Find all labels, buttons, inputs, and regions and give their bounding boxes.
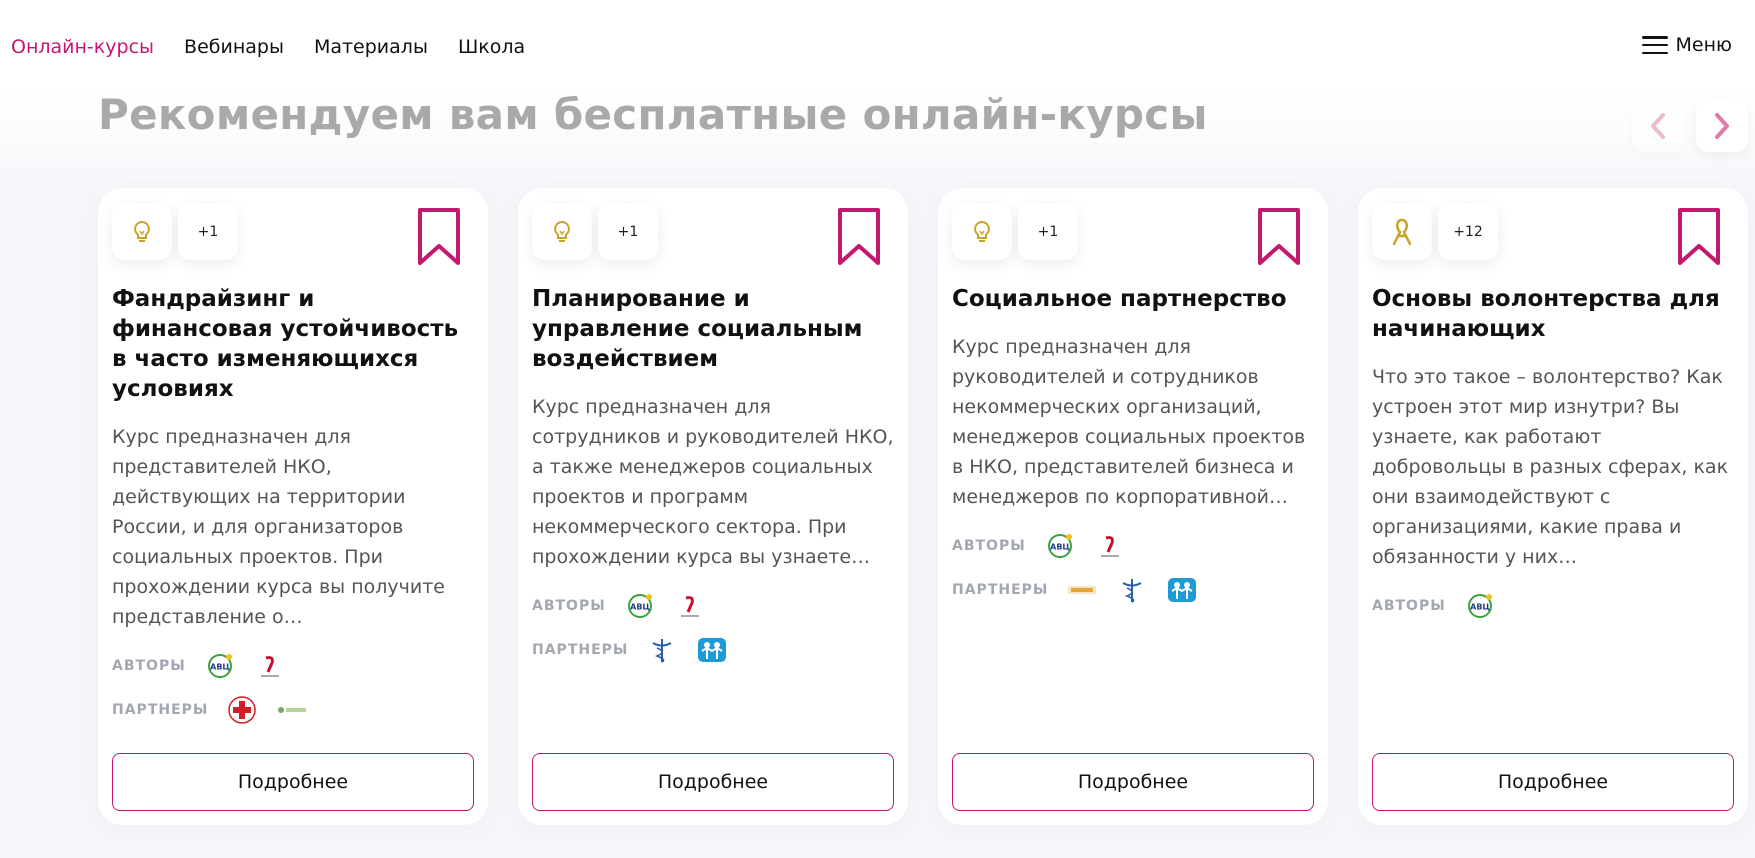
caduceus-logo-icon xyxy=(1116,574,1148,606)
more-button[interactable]: Подробнее xyxy=(952,753,1314,811)
badge-count: +1 xyxy=(1018,204,1078,260)
svg-text:АВЦ: АВЦ xyxy=(210,663,230,672)
carousel-prev-button[interactable] xyxy=(1632,100,1684,152)
svg-text:АВЦ: АВЦ xyxy=(630,603,650,612)
nav-materials[interactable]: Материалы xyxy=(314,36,428,58)
partners-label: ПАРТНЕРЫ xyxy=(112,702,209,718)
course-card: +1 Социальное партнерство Курс предназна… xyxy=(938,188,1328,825)
partners-label: ПАРТНЕРЫ xyxy=(532,642,629,658)
chevron-left-icon xyxy=(1651,113,1665,139)
badge-count: +12 xyxy=(1438,204,1498,260)
authors-label: АВТОРЫ xyxy=(952,538,1026,554)
nav-online-courses[interactable]: Онлайн-курсы xyxy=(11,36,154,58)
authors-row: АВТОРЫ АВЦ xyxy=(112,650,474,682)
nav-school[interactable]: Школа xyxy=(458,36,525,58)
nav-webinars[interactable]: Вебинары xyxy=(184,36,284,58)
avc-logo-icon: АВЦ xyxy=(204,650,236,682)
ribbon-icon xyxy=(1392,218,1412,246)
badge-lightbulb xyxy=(952,204,1012,260)
badge-count: +1 xyxy=(598,204,658,260)
section-title: Рекомендуем вам бесплатные онлайн-курсы xyxy=(98,90,1208,139)
hamburger-icon xyxy=(1641,36,1668,54)
course-cards: +1 Фандрайзинг и финансовая устойчивость… xyxy=(98,188,1748,825)
lightbulb-icon xyxy=(974,220,990,242)
menu-button[interactable]: Меню xyxy=(1641,34,1733,56)
authors-label: АВТОРЫ xyxy=(532,598,606,614)
badge-count: +1 xyxy=(178,204,238,260)
card-title: Фандрайзинг и финансовая устойчивость в … xyxy=(112,286,459,402)
rosstrakh-logo-icon xyxy=(674,590,706,622)
badge-lightbulb xyxy=(532,204,592,260)
card-description: Что это такое – волонтерство? Как устрое… xyxy=(1372,366,1729,568)
card-description: Курс предназначен для представителей НКО… xyxy=(112,426,445,628)
more-button[interactable]: Подробнее xyxy=(112,753,474,811)
more-button[interactable]: Подробнее xyxy=(1372,753,1734,811)
bookmark-icon[interactable] xyxy=(1676,206,1722,268)
caduceus-logo-icon xyxy=(646,634,678,666)
partners-row: ПАРТНЕРЫ xyxy=(532,634,894,666)
rosstrakh-logo-icon xyxy=(1094,530,1126,562)
partners-row: ПАРТНЕРЫ xyxy=(112,694,474,726)
svg-text:АВЦ: АВЦ xyxy=(1470,603,1490,612)
authors-label: АВТОРЫ xyxy=(112,658,186,674)
avc-logo-icon: АВЦ xyxy=(1044,530,1076,562)
authors-row: АВТОРЫ АВЦ xyxy=(952,530,1314,562)
svg-text:АВЦ: АВЦ xyxy=(1050,543,1070,552)
green-org-logo-icon xyxy=(276,694,308,726)
card-description: Курс предназначен для сотрудников и руко… xyxy=(532,396,894,568)
card-description: Курс предназначен для руководителей и со… xyxy=(952,336,1306,508)
card-title: Социальное партнерство xyxy=(952,286,1287,312)
children-logo-icon xyxy=(696,634,728,666)
badge-lightbulb xyxy=(112,204,172,260)
red-cross-logo-icon xyxy=(226,694,258,726)
authors-row: АВТОРЫ АВЦ xyxy=(532,590,894,622)
chevron-right-icon xyxy=(1715,113,1729,139)
avc-logo-icon: АВЦ xyxy=(624,590,656,622)
bookmark-icon[interactable] xyxy=(836,206,882,268)
bookmark-icon[interactable] xyxy=(416,206,462,268)
carousel-next-button[interactable] xyxy=(1696,100,1748,152)
card-title: Планирование и управление социальным воз… xyxy=(532,286,863,372)
more-button[interactable]: Подробнее xyxy=(532,753,894,811)
course-card: +12 Основы волонтерства для начинающих Ч… xyxy=(1358,188,1748,825)
top-nav: Онлайн-курсы Вебинары Материалы Школа xyxy=(11,36,525,58)
avc-logo-icon: АВЦ xyxy=(1464,590,1496,622)
rosstrakh-logo-icon xyxy=(254,650,286,682)
lightbulb-icon xyxy=(134,220,150,242)
badge-ribbon xyxy=(1372,204,1432,260)
lightbulb-icon xyxy=(554,220,570,242)
dgood-logo-icon xyxy=(1066,574,1098,606)
card-title: Основы волонтерства для начинающих xyxy=(1372,286,1720,342)
children-logo-icon xyxy=(1166,574,1198,606)
course-card: +1 Планирование и управление социальным … xyxy=(518,188,908,825)
partners-row: ПАРТНЕРЫ xyxy=(952,574,1314,606)
bookmark-icon[interactable] xyxy=(1256,206,1302,268)
menu-label: Меню xyxy=(1675,34,1733,56)
authors-label: АВТОРЫ xyxy=(1372,598,1446,614)
course-card: +1 Фандрайзинг и финансовая устойчивость… xyxy=(98,188,488,825)
partners-label: ПАРТНЕРЫ xyxy=(952,582,1049,598)
authors-row: АВТОРЫ АВЦ xyxy=(1372,590,1734,622)
